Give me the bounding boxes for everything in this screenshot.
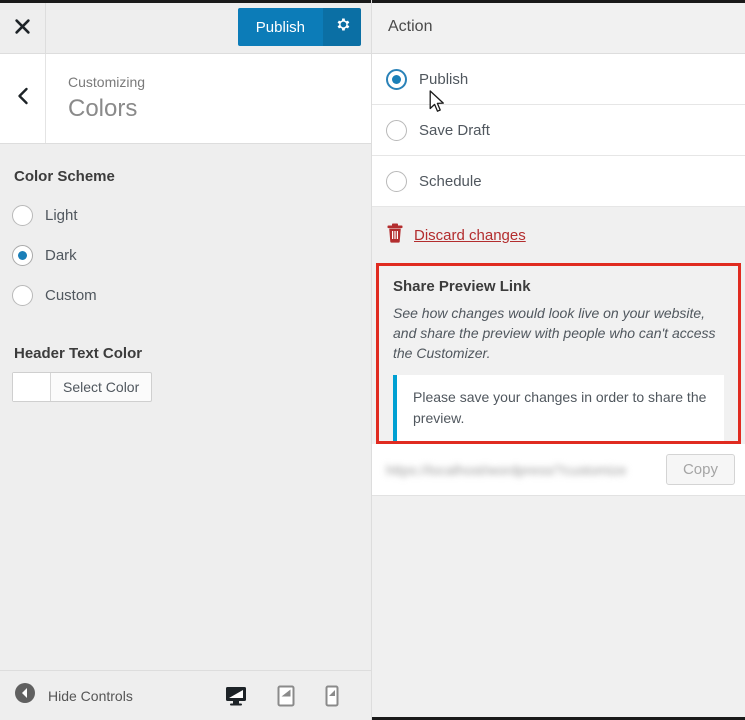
action-label-save-draft: Save Draft	[419, 121, 490, 139]
radio-icon-dark[interactable]	[12, 244, 33, 266]
wordpress-customizer: Publish Customizing Colors Color Scheme …	[0, 0, 745, 720]
action-panel-header: Action	[372, 0, 745, 54]
radio-icon-custom[interactable]	[12, 284, 33, 306]
page-title: Colors	[68, 95, 138, 122]
device-preview-switcher	[225, 685, 357, 707]
share-preview-link-section: Share Preview Link See how changes would…	[376, 263, 741, 444]
discard-changes-link[interactable]: Discard changes	[414, 227, 526, 244]
publish-button[interactable]: Publish	[237, 8, 323, 46]
breadcrumb-text: Customizing Colors	[46, 54, 145, 143]
gear-icon	[334, 16, 351, 38]
radio-label-dark: Dark	[45, 246, 77, 264]
share-preview-title: Share Preview Link	[393, 278, 531, 295]
radio-color-scheme-light[interactable]: Light	[12, 195, 359, 235]
share-preview-description: See how changes would look live on your …	[393, 305, 716, 361]
back-button[interactable]	[0, 54, 46, 143]
breadcrumb: Customizing Colors	[0, 54, 371, 144]
sidebar-footer: Hide Controls	[0, 670, 371, 720]
copy-link-button[interactable]: Copy	[665, 454, 735, 485]
sidebar-topbar: Publish	[0, 0, 371, 54]
panel-empty-area	[372, 496, 745, 717]
hide-controls-button[interactable]: Hide Controls	[14, 682, 133, 709]
action-option-publish[interactable]: Publish	[372, 54, 745, 105]
radio-icon-schedule[interactable]	[386, 170, 407, 192]
radio-label-custom: Custom	[45, 286, 97, 304]
color-swatch	[13, 373, 51, 401]
action-option-schedule[interactable]: Schedule	[372, 156, 745, 207]
header-text-color-title: Header Text Color	[14, 345, 143, 362]
action-options-list: Publish Save Draft Schedule	[372, 54, 745, 207]
select-color-button[interactable]: Select Color	[12, 372, 153, 402]
collapse-arrow-icon	[14, 682, 36, 709]
hide-controls-label: Hide Controls	[48, 687, 133, 704]
select-color-label: Select Color	[63, 379, 140, 395]
customizer-sidebar: Publish Customizing Colors Color Scheme …	[0, 0, 372, 720]
radio-icon-light[interactable]	[12, 204, 33, 226]
trash-icon	[386, 223, 404, 248]
radio-icon-save-draft[interactable]	[386, 119, 407, 141]
sidebar-controls: Color Scheme Light Dark Custom Header Te…	[0, 144, 371, 670]
close-icon	[14, 18, 31, 35]
discard-changes-row[interactable]: Discard changes	[372, 207, 745, 263]
desktop-preview-icon[interactable]	[225, 686, 247, 706]
radio-label-light: Light	[45, 206, 78, 224]
chevron-left-icon	[16, 86, 30, 111]
publish-button-group: Publish	[237, 8, 361, 46]
color-scheme-title: Color Scheme	[14, 168, 115, 185]
share-preview-notice: Please save your changes in order to sha…	[393, 375, 724, 441]
action-header-title: Action	[388, 17, 433, 35]
breadcrumb-context: Customizing	[68, 74, 146, 90]
share-preview-url-input[interactable]: https://localhost/wordpress/?customize	[386, 462, 656, 478]
action-label-publish: Publish	[419, 70, 469, 88]
action-option-save-draft[interactable]: Save Draft	[372, 105, 745, 156]
action-label-schedule: Schedule	[419, 172, 482, 190]
close-customizer-button[interactable]	[0, 0, 46, 53]
radio-icon-publish[interactable]	[386, 68, 407, 90]
radio-color-scheme-custom[interactable]: Custom	[12, 275, 359, 315]
radio-color-scheme-dark[interactable]: Dark	[12, 235, 359, 275]
mobile-preview-icon[interactable]	[325, 685, 339, 707]
share-preview-url-row: https://localhost/wordpress/?customize C…	[372, 444, 745, 496]
tablet-preview-icon[interactable]	[277, 685, 295, 707]
publish-settings-button[interactable]	[323, 8, 361, 46]
publish-settings-panel: Action Publish Save Draft Schedule Disca…	[372, 0, 745, 720]
